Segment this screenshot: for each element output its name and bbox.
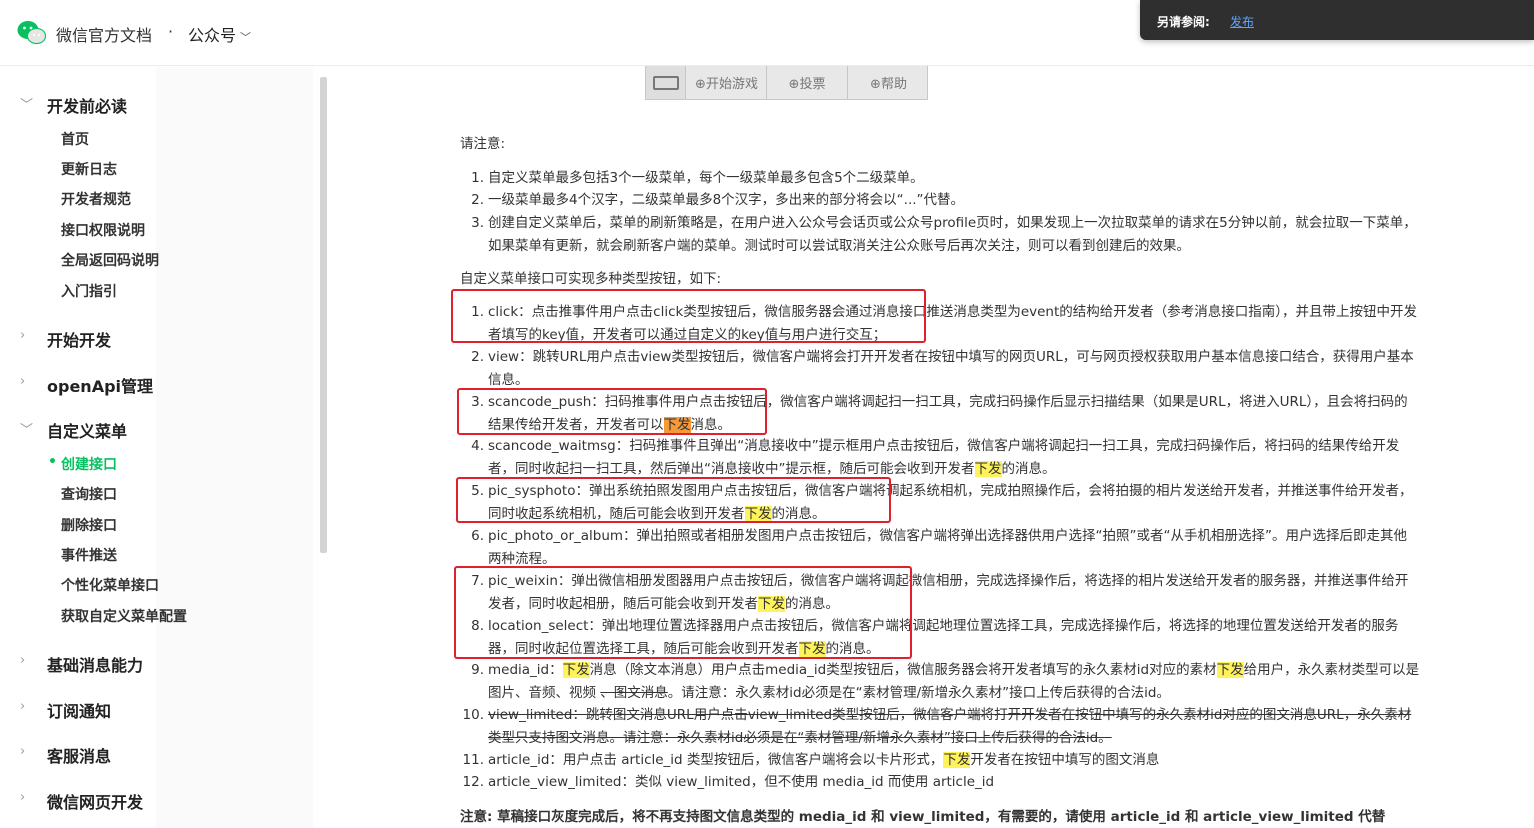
menu-image-button: ⊕帮助 [870,77,907,92]
sidebar-item-personalized-menu[interactable]: 个性化菜单接口 [61,575,159,595]
list-item-text: view：跳转URL用户点击view类型按钮后，微信客户端将会打开开发者在按钮中… [488,349,1414,388]
list-item-text: 自定义菜单最多包括3个一级菜单，每个一级菜单最多包含5个二级菜单。 [488,170,924,186]
sidebar-item-label: 创建接口 [61,457,117,473]
wechat-logo-icon[interactable] [17,20,47,46]
sidebar-item-event-push[interactable]: 事件推送 [61,545,117,565]
sidebar-group-label: 开始开发 [47,331,112,350]
menu-example-image: ⊕开始游戏 ⊕投票 ⊕帮助 [645,66,928,100]
see-also-link-publish[interactable]: 发布 [1230,13,1254,30]
highlight-mark: 下发 [1216,662,1244,678]
see-also-popover: 另请参阅: 发布 [1140,0,1534,40]
chevron-right-icon: › [20,790,26,805]
sidebar-item-getting-started[interactable]: 入门指引 [61,281,117,301]
annotation-box [457,388,767,435]
highlight-mark: 下发 [562,662,590,678]
sidebar-group-label: 客服消息 [47,747,112,766]
sidebar-group-openapi[interactable]: › openApi管理 [0,372,310,396]
annotation-box [451,289,926,343]
sidebar-group-subscription[interactable]: › 订阅通知 [0,697,310,721]
sidebar-item-query-api[interactable]: 查询接口 [61,484,117,504]
sidebar-group-customer-service[interactable]: › 客服消息 [0,742,310,766]
sidebar-item-create-api[interactable]: • 创建接口 [48,454,117,474]
highlight-mark: 下发 [943,752,971,768]
chevron-right-icon: › [20,653,26,668]
sidebar-group-web-dev[interactable]: › 微信网页开发 [0,788,310,812]
sidebar-group-start-dev[interactable]: › 开始开发 [0,326,310,350]
menu-image-button: ⊕投票 [767,66,848,99]
sidebar-group-label: 微信网页开发 [47,793,144,812]
sidebar-item-delete-api[interactable]: 删除接口 [61,515,117,535]
keyboard-icon [646,66,686,99]
chevron-right-icon: › [20,328,26,343]
sidebar-group-custom-menu[interactable]: ﹀ 自定义菜单 [0,417,310,441]
sidebar-item-get-menu-config[interactable]: 获取自定义菜单配置 [61,606,187,626]
sidebar-group-label: 基础消息能力 [47,656,144,675]
chevron-right-icon: › [20,744,26,759]
sidebar-scrollbar[interactable] [320,77,327,553]
list-item-text: view_limited：跳转图文消息URL用户点击view_limited类型… [488,707,1412,746]
types-title: 自定义菜单接口可实现多种类型按钮，如下: [460,271,722,287]
list-item-text: 创建自定义菜单后，菜单的刷新策略是，在用户进入公众号会话页或公众号profile… [488,215,1417,254]
sidebar-item-global-return-codes[interactable]: 全局返回码说明 [61,250,159,270]
list-item-text: article_view_limited：类似 view_limited，但不使… [488,774,995,790]
section-dropdown-label: 公众号 [188,26,237,45]
list-item-text: 一级菜单最多4个汉字，二级菜单最多8个汉字，多出来的部分将会以“...”代替。 [488,192,965,208]
chevron-down-icon: ﹀ [20,423,34,438]
see-also-label: 另请参阅: [1157,15,1210,29]
sidebar-item-changelog[interactable]: 更新日志 [61,159,117,179]
sidebar-item-dev-guidelines[interactable]: 开发者规范 [61,189,131,209]
chevron-right-icon: › [20,374,26,389]
annotation-box [456,477,891,523]
sidebar-item-api-permissions[interactable]: 接口权限说明 [61,220,145,240]
highlight-mark: 下发 [974,460,1002,477]
menu-image-button: ⊕开始游戏 [687,66,767,99]
list-item-text: media_id：下发消息（除文本消息）用户点击media_id类型按钮后，微信… [488,662,1420,701]
annotation-box [454,566,912,659]
list-item-text: article_id：用户点击 article_id 类型按钮后，微信客户端将会… [488,752,1160,768]
sidebar-group-label: openApi管理 [47,377,154,396]
strikethrough-text: 、图文消息 [600,684,668,701]
section-dropdown[interactable]: 公众号 ﹀ [188,22,251,46]
active-bullet-icon: • [48,454,57,470]
notice-title: 请注意: [460,136,506,152]
chevron-down-icon: ﹀ [20,98,34,113]
sidebar-group-basic-messaging[interactable]: › 基础消息能力 [0,651,310,675]
sidebar-group-label: 自定义菜单 [47,422,128,441]
sidebar-item-home[interactable]: 首页 [61,129,89,149]
sidebar-group-dev-prereq[interactable]: ﹀ 开发前必读 [0,92,310,116]
list-item-text: scancode_waitmsg：扫码推事件且弹出“消息接收中”提示框用户点击按… [488,438,1400,477]
chevron-down-icon: ﹀ [240,31,252,44]
list-item-text: pic_photo_or_album：弹出拍照或者相册发图用户点击按钮后，微信客… [488,528,1408,567]
chevron-right-icon: › [20,699,26,714]
header-separator: · [168,22,174,41]
brand-title[interactable]: 微信官方文档 [56,22,152,46]
sidebar-group-label: 订阅通知 [47,702,112,721]
sidebar-group-label: 开发前必读 [47,97,128,116]
draft-footnote: 注意: 草稿接口灰度完成后，将不再支持图文信息类型的 media_id 和 vi… [460,809,1386,825]
